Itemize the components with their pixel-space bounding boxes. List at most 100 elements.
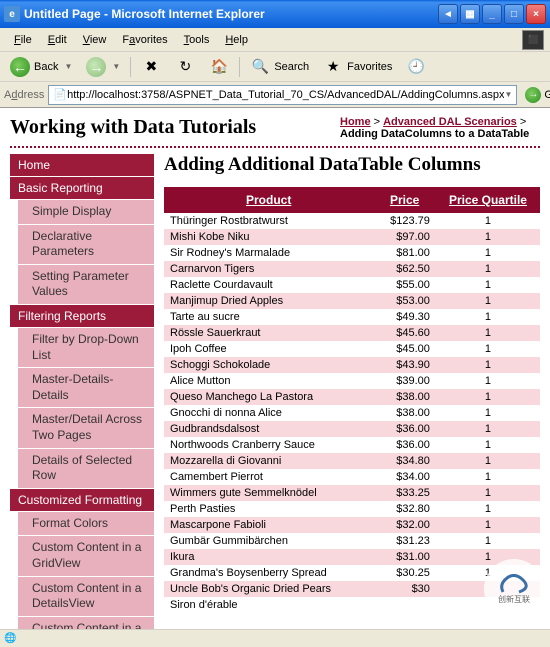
sidebar-item-home[interactable]: Home: [10, 154, 154, 176]
sidebar-item-cc-detailsview[interactable]: Custom Content in a DetailsView: [10, 577, 154, 616]
extra-button-1[interactable]: ◄: [438, 4, 458, 24]
cell-quartile: 1: [436, 293, 540, 309]
cell-product: Ipoh Coffee: [164, 341, 373, 357]
cell-quartile: 1: [436, 229, 540, 245]
go-button[interactable]: → Go: [521, 85, 550, 105]
toolbar-separator: [239, 57, 240, 77]
window-titlebar: e Untitled Page - Microsoft Internet Exp…: [0, 0, 550, 28]
search-icon: 🔍: [250, 57, 270, 77]
cell-quartile: 1: [436, 453, 540, 469]
close-button[interactable]: ×: [526, 4, 546, 24]
cell-product: Thüringer Rostbratwurst: [164, 213, 373, 229]
cell-price: $36.00: [373, 421, 436, 437]
breadcrumb-home[interactable]: Home: [340, 116, 371, 128]
sidebar-item-declarative-parameters[interactable]: Declarative Parameters: [10, 225, 154, 264]
cell-quartile: 1: [436, 309, 540, 325]
cell-product: Schoggi Schokolade: [164, 357, 373, 373]
menu-file[interactable]: File: [6, 32, 40, 48]
table-row: Gnocchi di nonna Alice$38.001: [164, 405, 540, 421]
forward-button[interactable]: → ▼: [80, 54, 126, 80]
history-icon: 🕘: [406, 57, 426, 77]
cell-price: $34.00: [373, 469, 436, 485]
cell-quartile: 1: [436, 549, 540, 565]
cell-product: Raclette Courdavault: [164, 277, 373, 293]
cell-price: $81.00: [373, 245, 436, 261]
cell-price: $30.25: [373, 565, 436, 581]
chevron-down-icon: ▼: [504, 90, 512, 99]
col-header-price[interactable]: Price: [373, 187, 436, 213]
favorites-button[interactable]: ★Favorites: [317, 54, 398, 80]
ie-icon: e: [4, 6, 20, 22]
cell-product: Mascarpone Fabioli: [164, 517, 373, 533]
cell-product: Camembert Pierrot: [164, 469, 373, 485]
sidebar-item-master-detail-two-pages[interactable]: Master/Detail Across Two Pages: [10, 408, 154, 447]
extra-button-2[interactable]: ▦: [460, 4, 480, 24]
page-icon: 📄: [53, 88, 67, 101]
table-row: Wimmers gute Semmelknödel$33.251: [164, 485, 540, 501]
menu-favorites[interactable]: Favorites: [114, 32, 175, 48]
col-header-product[interactable]: Product: [164, 187, 373, 213]
sidebar-item-filtering-reports[interactable]: Filtering Reports: [10, 305, 154, 327]
sidebar-item-setting-parameter-values[interactable]: Setting Parameter Values: [10, 265, 154, 304]
menu-view[interactable]: View: [75, 32, 115, 48]
main-content: Adding Additional DataTable Columns Prod…: [164, 154, 540, 629]
table-row: Tarte au sucre$49.301: [164, 309, 540, 325]
sidebar-item-details-selected-row[interactable]: Details of Selected Row: [10, 449, 154, 488]
search-button[interactable]: 🔍Search: [244, 54, 315, 80]
history-button[interactable]: 🕘: [400, 54, 432, 80]
cell-quartile: 1: [436, 245, 540, 261]
breadcrumb-scenarios[interactable]: Advanced DAL Scenarios: [383, 116, 517, 128]
products-table: Product Price Price Quartile Thüringer R…: [164, 187, 540, 613]
cell-product: Perth Pasties: [164, 501, 373, 517]
sidebar-item-cc-gridview[interactable]: Custom Content in a GridView: [10, 536, 154, 575]
cell-quartile: 1: [436, 261, 540, 277]
cell-product: Ikura: [164, 549, 373, 565]
maximize-button[interactable]: □: [504, 4, 524, 24]
home-icon: 🏠: [209, 57, 229, 77]
cell-quartile: 1: [436, 565, 540, 581]
page-body: Home Basic Reporting Simple Display Decl…: [10, 154, 540, 629]
home-button[interactable]: 🏠: [203, 54, 235, 80]
cell-price: $32.80: [373, 501, 436, 517]
cell-price: $34.80: [373, 453, 436, 469]
table-header-row: Product Price Price Quartile: [164, 187, 540, 213]
back-button[interactable]: ← Back ▼: [4, 54, 78, 80]
table-row: Raclette Courdavault$55.001: [164, 277, 540, 293]
refresh-button[interactable]: ↻: [169, 54, 201, 80]
sidebar-item-filter-dropdown[interactable]: Filter by Drop-Down List: [10, 328, 154, 367]
stop-button[interactable]: ✖: [135, 54, 167, 80]
cell-price: $97.00: [373, 229, 436, 245]
menu-tools[interactable]: Tools: [176, 32, 218, 48]
address-input[interactable]: 📄 http://localhost:3758/ASPNET_Data_Tuto…: [48, 85, 517, 105]
sidebar-item-cc-formview[interactable]: Custom Content in a FormView: [10, 617, 154, 629]
sidebar-item-simple-display[interactable]: Simple Display: [10, 200, 154, 224]
cell-product: Rössle Sauerkraut: [164, 325, 373, 341]
table-row: Rössle Sauerkraut$45.601: [164, 325, 540, 341]
cell-product: Tarte au sucre: [164, 309, 373, 325]
col-header-quartile[interactable]: Price Quartile: [436, 187, 540, 213]
sidebar-item-customized-formatting[interactable]: Customized Formatting: [10, 489, 154, 511]
cell-quartile: 1: [436, 533, 540, 549]
sidebar-item-format-colors[interactable]: Format Colors: [10, 512, 154, 536]
table-row: Siron d'érable: [164, 597, 540, 613]
chevron-down-icon: ▼: [112, 62, 120, 71]
cell-product: Carnarvon Tigers: [164, 261, 373, 277]
cell-product: Northwoods Cranberry Sauce: [164, 437, 373, 453]
cell-price: $38.00: [373, 389, 436, 405]
cell-price: $38.00: [373, 405, 436, 421]
menu-edit[interactable]: Edit: [40, 32, 75, 48]
table-row: Grandma's Boysenberry Spread$30.251: [164, 565, 540, 581]
cell-price: $31.00: [373, 549, 436, 565]
menu-help[interactable]: Help: [217, 32, 256, 48]
go-icon: →: [525, 87, 541, 103]
table-row: Northwoods Cranberry Sauce$36.001: [164, 437, 540, 453]
sidebar-item-master-details[interactable]: Master-Details-Details: [10, 368, 154, 407]
minimize-button[interactable]: _: [482, 4, 502, 24]
cell-quartile: 1: [436, 325, 540, 341]
table-row: Thüringer Rostbratwurst$123.791: [164, 213, 540, 229]
cell-price: $55.00: [373, 277, 436, 293]
cell-price: $45.00: [373, 341, 436, 357]
cell-product: Sir Rodney's Marmalade: [164, 245, 373, 261]
cell-product: Uncle Bob's Organic Dried Pears: [164, 581, 373, 597]
sidebar-item-basic-reporting[interactable]: Basic Reporting: [10, 177, 154, 199]
